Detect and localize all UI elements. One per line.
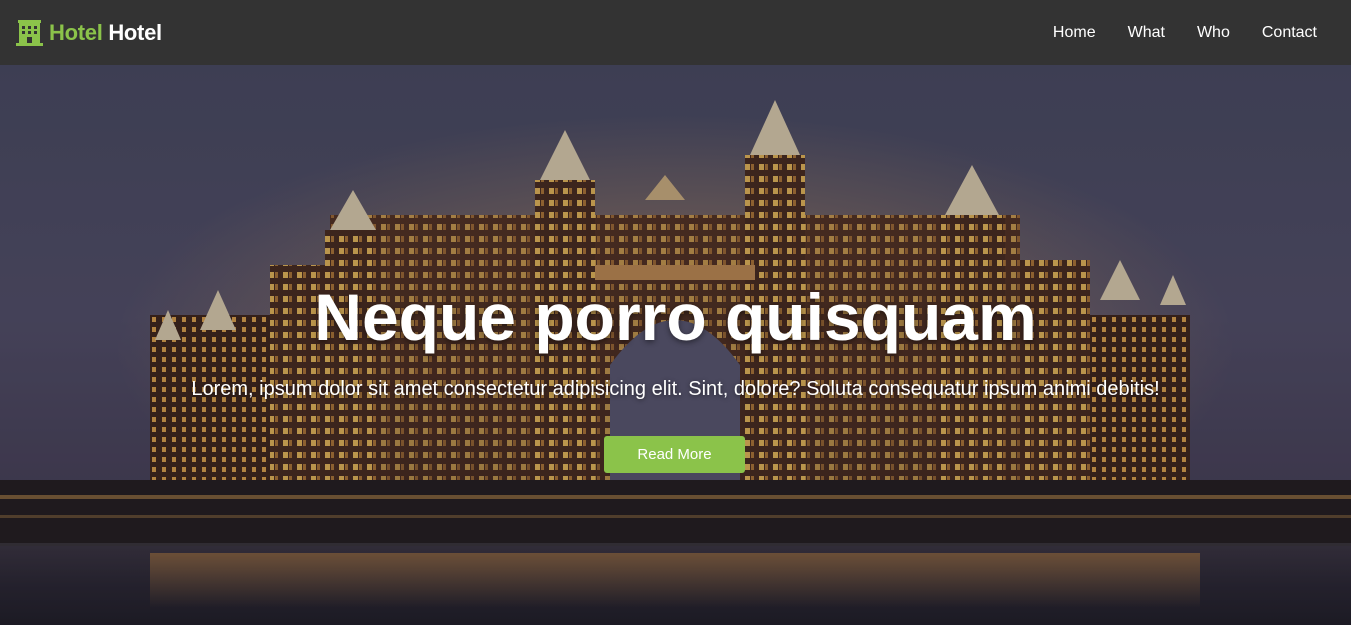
hero-section: Neque porro quisquam Lorem, ipsum dolor … xyxy=(0,65,1351,625)
hotel-building-icon xyxy=(16,19,43,46)
nav-link-who[interactable]: Who xyxy=(1197,24,1230,41)
nav-item-home: Home xyxy=(1053,24,1096,42)
nav-item-contact: Contact xyxy=(1262,24,1317,42)
hero-title: Neque porro quisquam xyxy=(314,280,1037,354)
read-more-button[interactable]: Read More xyxy=(604,436,745,473)
nav-item-what: What xyxy=(1128,24,1165,42)
nav-link-home[interactable]: Home xyxy=(1053,24,1096,41)
hero-subtitle: Lorem, ipsum dolor sit amet consectetur … xyxy=(191,378,1160,400)
nav-link-what[interactable]: What xyxy=(1128,24,1165,41)
nav-link-contact[interactable]: Contact xyxy=(1262,24,1317,41)
brand-logo[interactable]: Hotel Hotel xyxy=(16,19,162,46)
navbar: Hotel Hotel Home What Who Contact xyxy=(0,0,1351,65)
brand-accent-word: Hotel xyxy=(49,19,103,45)
brand-main-word: Hotel xyxy=(108,19,162,45)
nav-menu: Home What Who Contact xyxy=(1021,24,1317,42)
nav-item-who: Who xyxy=(1197,24,1230,42)
brand-name: Hotel Hotel xyxy=(49,20,162,46)
